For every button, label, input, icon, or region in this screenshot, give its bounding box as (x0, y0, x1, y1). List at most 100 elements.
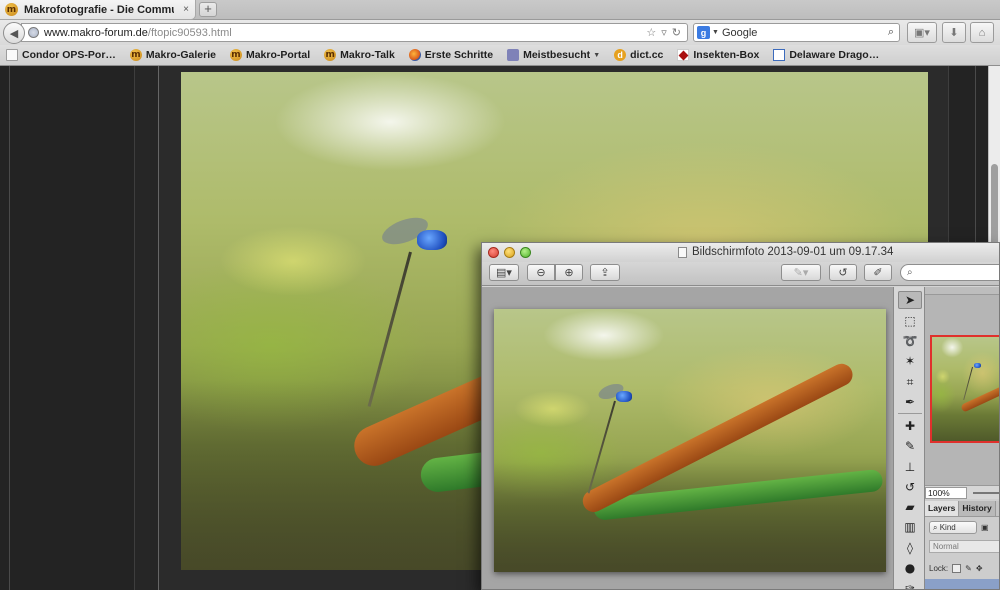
chevron-down-icon: ▼ (593, 51, 601, 59)
lock-transparency-icon[interactable] (952, 563, 962, 573)
image-filter-icon[interactable]: ▣ (981, 523, 989, 532)
preview-toolbar: ▤▾ ⊖ ⊕ ⇪ ✎▾ ↺ ✐ ⌕ (482, 262, 999, 286)
left-gutter (135, 66, 159, 590)
preview-photo[interactable] (494, 309, 886, 572)
brush-tool-icon[interactable]: ✎ (898, 437, 922, 455)
layer-row[interactable] (925, 579, 999, 589)
share-button[interactable]: ⇪ (590, 264, 620, 281)
tab-title: Makrofotografie - Die Commun… (24, 3, 174, 16)
move-tool-icon[interactable]: ➤ (898, 291, 922, 309)
navigator-tabs[interactable] (925, 287, 999, 295)
download-icon: ⬇ (949, 27, 959, 39)
kind-filter-select[interactable]: ⌕ Kind (929, 520, 977, 534)
url-path: /ftopic90593.html (147, 26, 232, 39)
photoshop-panels: 100% Layers History ⌕ Kind ▣ Normal Lock… (925, 287, 999, 589)
url-bar[interactable]: www.makro-forum.de/ftopic90593.html ☆ ▿ … (21, 23, 688, 42)
bookmark-star-icon[interactable]: ☆ (646, 26, 656, 39)
bookmark-insekten-box[interactable]: Insekten-Box (677, 49, 759, 61)
pen-tool-icon[interactable]: ✑ (898, 579, 922, 589)
minimize-window-button[interactable] (504, 247, 515, 258)
google-icon: g (697, 26, 710, 39)
bookmarks-toolbar: Condor OPS-Por… m Makro-Galerie m Makro-Po… (0, 45, 1000, 66)
rotate-icon: ↺ (838, 267, 848, 279)
search-bar[interactable]: g ▼ Google ⌕ (693, 23, 900, 42)
zoom-out-button[interactable]: ⊖ (527, 264, 555, 281)
layers-panel-tabs: Layers History (925, 501, 999, 517)
home-button[interactable]: ⌂ (970, 22, 994, 43)
dodge-tool-icon[interactable]: ● (898, 559, 922, 577)
blur-tool-icon[interactable]: ◊ (898, 539, 922, 557)
bookmark-erste-schritte[interactable]: Erste Schritte (408, 49, 493, 61)
zoom-row: 100% (925, 485, 999, 499)
chevron-down-icon[interactable]: ▼ (712, 29, 719, 36)
annotate-button[interactable]: ✎▾ (781, 264, 821, 281)
lock-position-icon[interactable]: ✥ (976, 564, 983, 573)
magic-wand-tool-icon[interactable]: ✶ (898, 352, 922, 370)
search-icon: ⌕ (933, 522, 940, 532)
bookmark-condor[interactable]: Condor OPS-Por… (6, 49, 116, 61)
new-tab-button[interactable]: + (199, 2, 217, 17)
lock-label: Lock: (929, 563, 949, 573)
rotate-button[interactable]: ↺ (829, 264, 857, 281)
close-icon[interactable]: × (183, 4, 189, 15)
makro-forum-icon: m (5, 3, 18, 16)
reload-icon[interactable]: ↻ (672, 26, 681, 39)
blend-mode-select[interactable]: Normal (929, 540, 999, 553)
photoshop-tools-panel: ➤ ⬚ ➰ ✶ ⌗ ✒ ✚ ✎ ⊥ ↺ ▰ ▥ ◊ ● ✑ (893, 287, 925, 589)
view-menu-button[interactable]: ▤▾ (489, 264, 519, 281)
preview-search-field[interactable]: ⌕ (900, 264, 999, 281)
stamp-tool-icon[interactable]: ⊥ (898, 458, 922, 476)
back-arrow-icon: ◀ (9, 27, 19, 40)
zoom-in-icon: ⊕ (564, 267, 574, 279)
screen: m Makrofotografie - Die Commun… × + www.… (0, 0, 1000, 590)
pen-icon: ✎▾ (793, 267, 809, 279)
bookmark-makro-portal[interactable]: m Makro-Portal (229, 49, 310, 61)
zoom-window-button[interactable] (520, 247, 531, 258)
window-icon: ▣▾ (914, 27, 930, 39)
insekten-icon (677, 49, 690, 61)
sidebar-icon: ▤▾ (496, 267, 512, 279)
zoom-slider[interactable] (972, 491, 999, 494)
makro-forum-icon: m (324, 49, 337, 61)
site-identity-icon[interactable] (28, 27, 39, 38)
history-dropdown-icon[interactable]: ▿ (661, 26, 667, 39)
firefox-icon (408, 49, 421, 61)
zoom-field[interactable]: 100% (925, 486, 967, 499)
preview-titlebar[interactable]: Bildschirmfoto 2013-09-01 um 09.17.34 (482, 243, 999, 262)
zoom-in-button[interactable]: ⊕ (555, 264, 583, 281)
share-icon: ⇪ (600, 267, 610, 279)
search-input[interactable]: Google (722, 27, 757, 39)
bookmark-meistbesucht[interactable]: Meistbesucht ▼ (507, 49, 600, 61)
eraser-tool-icon[interactable]: ▰ (898, 498, 922, 516)
lasso-tool-icon[interactable]: ➰ (898, 332, 922, 350)
tab-bar: m Makrofotografie - Die Commun… × + (0, 0, 1000, 20)
eyedropper-tool-icon[interactable]: ✒ (898, 393, 922, 411)
tab-layers[interactable]: Layers (925, 501, 960, 516)
crop-tool-icon[interactable]: ⌗ (898, 373, 922, 391)
history-brush-tool-icon[interactable]: ↺ (898, 478, 922, 496)
page-icon (773, 49, 786, 61)
close-window-button[interactable] (488, 247, 499, 258)
lock-paint-icon[interactable]: ✎ (965, 564, 972, 573)
bookmark-makro-talk[interactable]: m Makro-Talk (324, 49, 395, 61)
url-host: www.makro-forum.de (44, 26, 148, 39)
back-button[interactable]: ◀ (3, 22, 25, 44)
bookmark-makro-galerie[interactable]: m Makro-Galerie (129, 49, 216, 61)
bookmark-delaware-drago[interactable]: Delaware Drago… (773, 49, 879, 61)
edit-toolbar-button[interactable]: ✐ (864, 264, 892, 281)
healing-brush-tool-icon[interactable]: ✚ (898, 417, 922, 435)
page-icon (6, 49, 18, 61)
search-icon: ⌕ (907, 267, 913, 278)
bookmark-dict-cc[interactable]: d dict.cc (614, 49, 663, 61)
tab-history[interactable]: History (959, 501, 996, 516)
marquee-tool-icon[interactable]: ⬚ (898, 312, 922, 330)
document-icon (678, 246, 687, 258)
search-icon[interactable]: ⌕ (888, 26, 894, 39)
gradient-tool-icon[interactable]: ▥ (898, 518, 922, 536)
layer-filter-row: ⌕ Kind ▣ (929, 520, 999, 534)
browser-tab[interactable]: m Makrofotografie - Die Commun… × (0, 0, 196, 20)
makro-forum-icon: m (229, 49, 242, 61)
home-split-button[interactable]: ▣▾ (907, 22, 937, 43)
navigator-thumbnail[interactable] (930, 335, 999, 443)
downloads-button[interactable]: ⬇ (942, 22, 966, 43)
